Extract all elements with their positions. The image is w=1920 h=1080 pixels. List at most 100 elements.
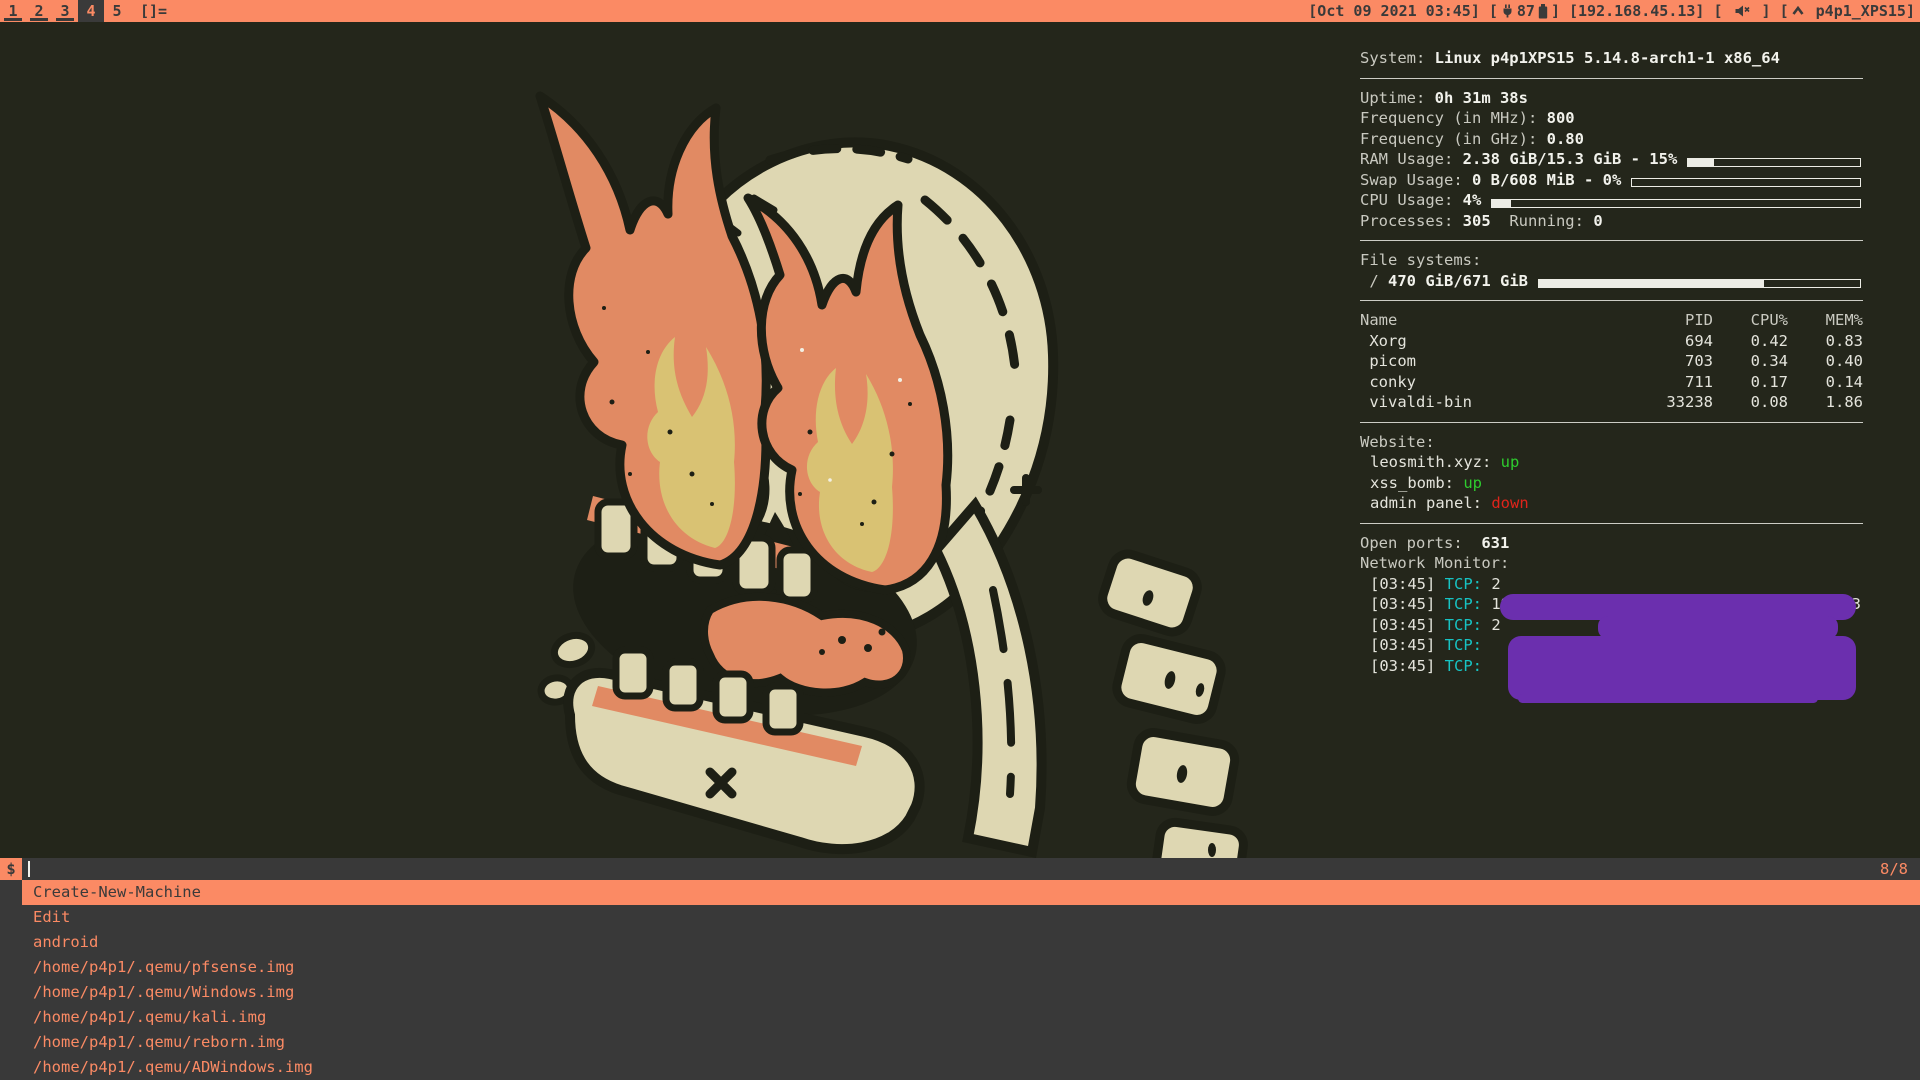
process-table: NamePIDCPU%MEM% Xorg6940.420.83 picom703…	[1360, 310, 1863, 413]
net-line: [03:45] TCP:	[1360, 635, 1863, 656]
uptime-line: Uptime: 0h 31m 38s	[1360, 88, 1863, 109]
workspace-tag-4[interactable]: 4	[78, 0, 104, 22]
system-label: System:	[1360, 48, 1435, 69]
flaming-skull-art	[470, 50, 1330, 858]
net-proto: TCP:	[1445, 575, 1482, 593]
ip-address: [192.168.45.13]	[1569, 2, 1704, 20]
volume-segment: [ ]	[1713, 2, 1770, 20]
workspace-tag-3[interactable]: 3	[52, 0, 78, 22]
col-header-cpu: CPU%	[1713, 310, 1788, 331]
net-line: [03:45] TCP:	[1360, 656, 1863, 677]
dmenu-item[interactable]: /home/p4p1/.qemu/pfsense.img	[0, 955, 1920, 980]
website-status-row: leosmith.xyz: up	[1360, 452, 1863, 473]
dmenu-item[interactable]: /home/p4p1/.qemu/ADWindows.img	[0, 1055, 1920, 1080]
ram-line: RAM Usage: 2.38 GiB/15.3 GiB - 15%	[1360, 149, 1863, 170]
desktop: 1 2 3 4 5 []= [Oct 09 2021 03:45] [87] […	[0, 0, 1920, 1080]
dmenu-prompt-row: $ 8/8	[0, 858, 1920, 880]
net-time: [03:45]	[1370, 575, 1445, 593]
occupied-indicator	[30, 18, 48, 21]
tag-label: 5	[112, 2, 121, 20]
proc-mem: 0.40	[1788, 351, 1863, 372]
net-time: [03:45]	[1370, 657, 1445, 675]
dmenu-item[interactable]: /home/p4p1/.qemu/Windows.img	[0, 980, 1920, 1005]
ram-bar	[1687, 158, 1861, 167]
divider	[1360, 422, 1863, 423]
net-visible-text: 192.168.45.	[1482, 595, 1594, 613]
filesystems-title: File systems:	[1360, 250, 1863, 271]
divider	[1360, 240, 1863, 241]
bar-spacer	[177, 0, 1299, 22]
occupied-indicator	[56, 18, 74, 21]
bracket: [	[1713, 2, 1731, 20]
divider	[1360, 78, 1863, 79]
dmenu-item[interactable]: Create-New-Machine	[22, 880, 1920, 905]
bracket: ]	[1906, 2, 1915, 20]
dmenu-input[interactable]	[22, 858, 1880, 880]
col-header-name: Name	[1360, 310, 1593, 331]
bracket: [	[1780, 2, 1789, 20]
site-status: up	[1463, 474, 1482, 492]
divider	[1360, 300, 1863, 301]
workspace-tag-1[interactable]: 1	[0, 0, 26, 22]
net-time: [03:45]	[1370, 636, 1445, 654]
col-header-mem: MEM%	[1788, 310, 1863, 331]
layout-indicator[interactable]: []=	[130, 0, 177, 22]
website-status-row: admin panel: down	[1360, 493, 1863, 514]
site-status: up	[1501, 453, 1520, 471]
net-time: [03:45]	[1370, 595, 1445, 613]
net-proto: TCP:	[1445, 616, 1482, 634]
status-bar: 1 2 3 4 5 []= [Oct 09 2021 03:45] [87] […	[0, 0, 1920, 22]
dmenu-item[interactable]: /home/p4p1/.qemu/kali.img	[0, 1005, 1920, 1030]
dmenu-item[interactable]: Edit	[0, 905, 1920, 930]
battery-percent: 87	[1517, 2, 1535, 20]
open-ports-line: Open ports: 631	[1360, 533, 1863, 554]
net-suffix-text: 3	[1852, 594, 1861, 615]
dmenu-prompt: $	[0, 858, 22, 880]
network-monitor-title: Network Monitor:	[1360, 553, 1863, 574]
proc-name: conky	[1360, 372, 1593, 393]
dmenu-item[interactable]: /home/p4p1/.qemu/reborn.img	[0, 1030, 1920, 1055]
system-value: Linux p4p1XPS15 5.14.8-arch1-1 x86_64	[1435, 48, 1780, 69]
site-status: down	[1491, 494, 1528, 512]
tag-label: 4	[86, 2, 95, 20]
col-header-pid: PID	[1593, 310, 1713, 331]
hostname: p4p1_XPS15	[1807, 2, 1906, 20]
dmenu-item[interactable]: android	[0, 930, 1920, 955]
conky-monitor: System: Linux p4p1XPS15 5.14.8-arch1-1 x…	[1360, 48, 1863, 676]
cpu-line: CPU Usage: 4%	[1360, 190, 1863, 211]
net-visible-text: 2	[1482, 616, 1501, 634]
speaker-muted-icon	[1735, 5, 1750, 17]
proc-pid: 33238	[1593, 392, 1713, 413]
dmenu-match-count: 8/8	[1880, 860, 1920, 878]
bracket: ]	[1753, 2, 1771, 20]
caret-up-icon	[1792, 6, 1804, 16]
proc-name: picom	[1360, 351, 1593, 372]
bracket: [	[1489, 2, 1498, 20]
swap-line: Swap Usage: 0 B/608 MiB - 0%	[1360, 170, 1863, 191]
workspace-tag-2[interactable]: 2	[26, 0, 52, 22]
freq-ghz-line: Frequency (in GHz): 0.80	[1360, 129, 1863, 150]
proc-pid: 703	[1593, 351, 1713, 372]
workspace-tag-5[interactable]: 5	[104, 0, 130, 22]
status-text: [Oct 09 2021 03:45] [87] [192.168.45.13]…	[1299, 0, 1920, 22]
divider	[1360, 523, 1863, 524]
website-status-row: xss_bomb: up	[1360, 473, 1863, 494]
host-segment: [ p4p1_XPS15]	[1780, 2, 1915, 20]
cpu-bar	[1491, 199, 1861, 208]
text-cursor	[28, 861, 30, 877]
proc-cpu: 0.08	[1713, 392, 1788, 413]
proc-mem: 0.83	[1788, 331, 1863, 352]
site-name: leosmith.xyz:	[1370, 453, 1501, 471]
processes-line: Processes: 305 Running: 0	[1360, 211, 1863, 232]
proc-cpu: 0.42	[1713, 331, 1788, 352]
workspace-tags: 1 2 3 4 5	[0, 0, 130, 22]
proc-cpu: 0.17	[1713, 372, 1788, 393]
proc-mem: 0.14	[1788, 372, 1863, 393]
net-visible-text	[1482, 657, 1491, 675]
system-line: System: Linux p4p1XPS15 5.14.8-arch1-1 x…	[1360, 48, 1863, 69]
net-line: [03:45] TCP: 192.168.45.3	[1360, 594, 1863, 615]
bracket: ]	[1551, 2, 1560, 20]
battery-segment: [87]	[1489, 2, 1560, 20]
site-name: admin panel:	[1370, 494, 1491, 512]
proc-pid: 694	[1593, 331, 1713, 352]
